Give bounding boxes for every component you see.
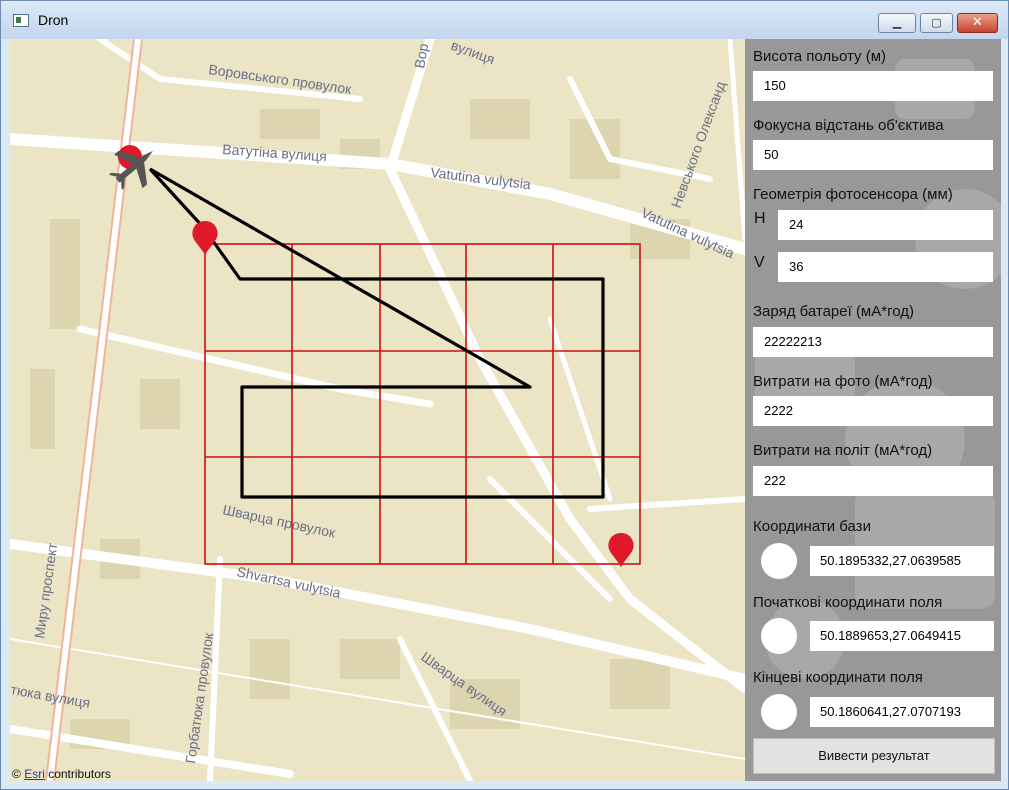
focal-length-input[interactable]: 50 <box>753 140 993 170</box>
end-coords-pick-button[interactable] <box>761 694 797 730</box>
map-view[interactable]: Воровського провулок Ватутіна вулиця Vat… <box>10 39 745 781</box>
parameters-panel: Висота польоту (м) 150 Фокусна відстань … <box>745 39 1001 781</box>
maximize-icon: ▢ <box>931 16 942 29</box>
end-coords-label: Кінцеві координати поля <box>753 669 923 686</box>
photo-cost-input[interactable]: 2222 <box>753 396 993 426</box>
start-coords-value[interactable]: 50.1889653,27.0649415 <box>810 621 994 651</box>
esri-link[interactable]: Esri <box>24 767 45 781</box>
sensor-v-label: V <box>754 254 765 271</box>
flight-cost-input[interactable]: 222 <box>753 466 993 496</box>
title-bar[interactable]: Dron ▁ ▢ ✕ <box>1 1 1008 39</box>
base-coords-value[interactable]: 50.1895332,27.0639585 <box>810 546 994 576</box>
battery-label: Заряд батареї (мА*год) <box>753 303 914 320</box>
map-attribution: © Esri contributors <box>12 767 111 781</box>
base-coords-label: Координати бази <box>753 518 871 535</box>
photo-cost-label: Витрати на фото (мА*год) <box>753 373 933 390</box>
app-window: Dron ▁ ▢ ✕ Воровського провулок Ватутіна… <box>0 0 1009 790</box>
end-coords-value[interactable]: 50.1860641,27.0707193 <box>810 697 994 727</box>
sensor-h-label: H <box>754 210 766 227</box>
altitude-input[interactable]: 150 <box>753 71 993 101</box>
close-icon: ✕ <box>972 15 983 30</box>
base-coords-pick-button[interactable] <box>761 543 797 579</box>
sensor-geometry-label: Геометрія фотосенсора (мм) <box>753 186 953 203</box>
maximize-button[interactable]: ▢ <box>920 13 953 33</box>
minimize-icon: ▁ <box>892 16 902 29</box>
battery-input[interactable]: 22222213 <box>753 327 993 357</box>
start-coords-label: Початкові координати поля <box>753 594 943 611</box>
window-title: Dron <box>38 12 69 28</box>
sensor-h-input[interactable]: 24 <box>778 210 993 240</box>
map-canvas[interactable]: Воровського провулок Ватутіна вулиця Vat… <box>10 39 745 781</box>
sensor-v-input[interactable]: 36 <box>778 252 993 282</box>
app-icon <box>13 14 29 27</box>
start-coords-pick-button[interactable] <box>761 618 797 654</box>
altitude-label: Висота польоту (м) <box>753 48 887 65</box>
flight-cost-label: Витрати на політ (мА*год) <box>753 442 933 459</box>
minimize-button[interactable]: ▁ <box>878 13 916 33</box>
close-button[interactable]: ✕ <box>957 13 998 33</box>
show-result-button[interactable]: Вивести результат <box>753 738 995 774</box>
focal-length-label: Фокусна відстань об'єктива <box>753 117 944 134</box>
